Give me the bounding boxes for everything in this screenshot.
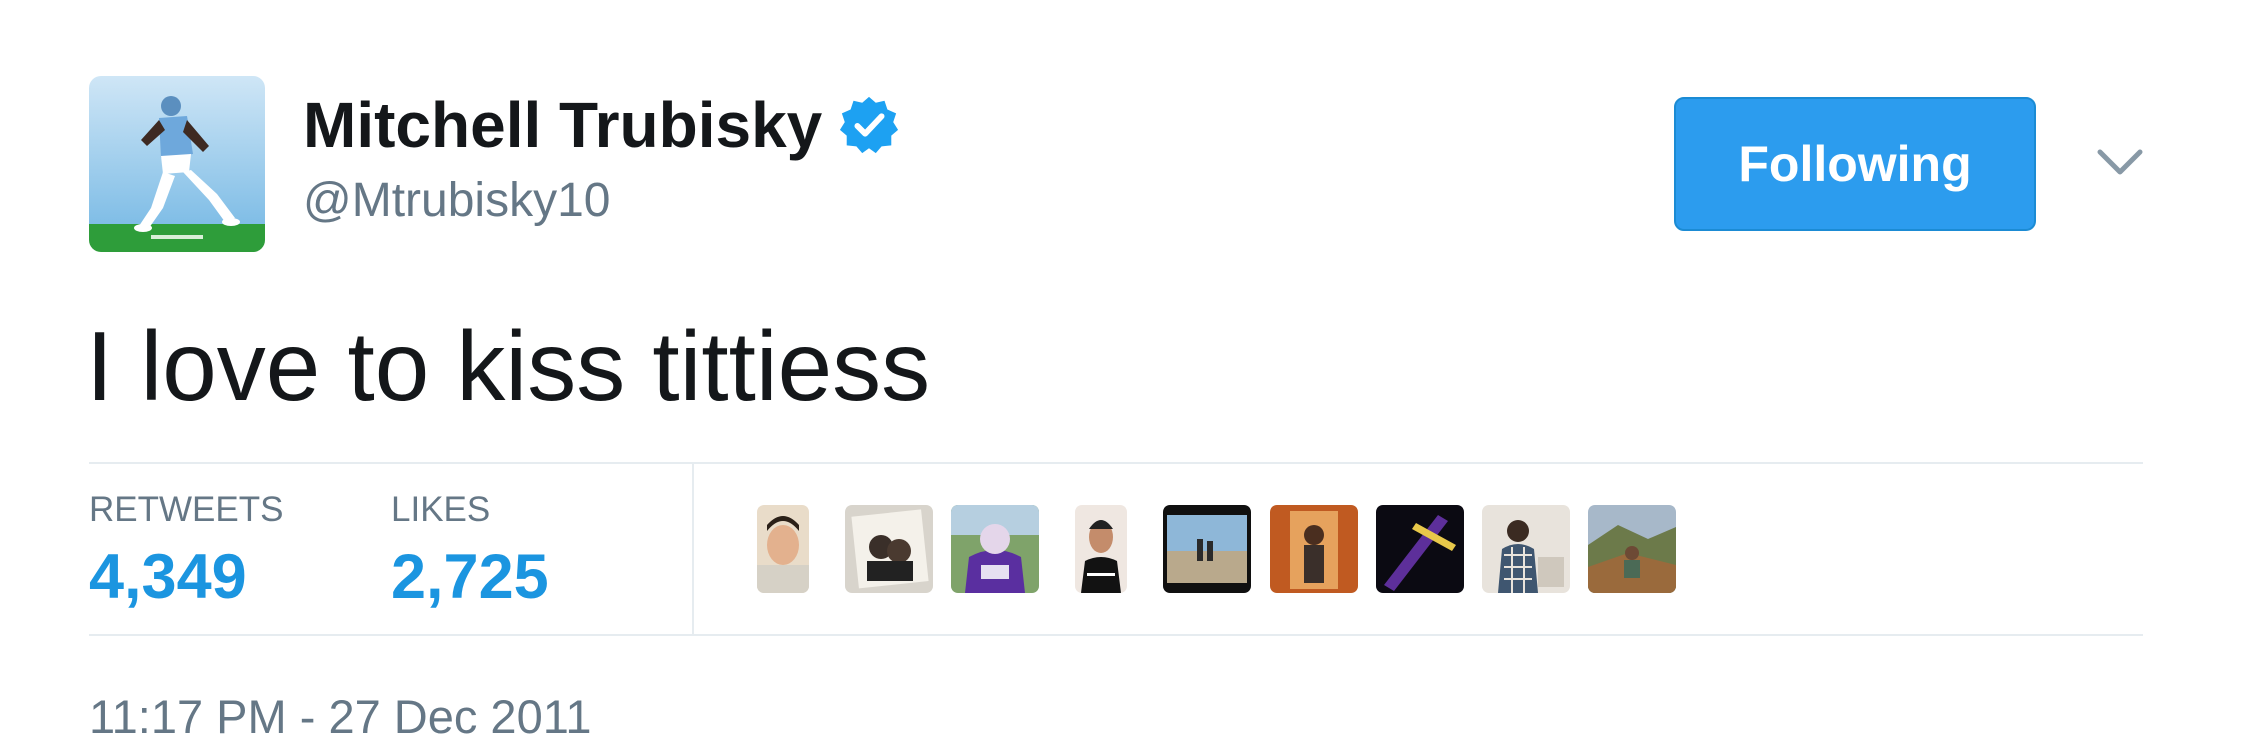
- verified-badge-icon: [838, 94, 900, 156]
- liker-avatar[interactable]: [1163, 505, 1251, 593]
- liker-avatar[interactable]: [1482, 505, 1570, 593]
- chevron-down-icon[interactable]: [2094, 136, 2146, 188]
- following-button[interactable]: Following: [1674, 97, 2036, 231]
- stats-divider-bottom: [89, 634, 2143, 636]
- tweet-timestamp[interactable]: 11:17 PM - 27 Dec 2011: [89, 686, 592, 746]
- likes-count[interactable]: 2,725: [391, 542, 549, 612]
- liker-avatar[interactable]: [845, 505, 933, 593]
- display-name[interactable]: Mitchell Trubisky: [303, 82, 900, 168]
- retweets-count[interactable]: 4,349: [89, 542, 247, 612]
- user-handle[interactable]: @Mtrubisky10: [303, 170, 610, 230]
- tweet-text: I love to kiss tittiess: [86, 310, 931, 421]
- liker-avatar[interactable]: [1588, 505, 1676, 593]
- retweets-label: RETWEETS: [89, 490, 284, 529]
- liker-avatar[interactable]: [1075, 505, 1127, 593]
- avatar[interactable]: [89, 76, 265, 252]
- liker-avatar[interactable]: [951, 505, 1039, 593]
- stats-divider-top: [89, 462, 2143, 464]
- likes-label: LIKES: [391, 490, 491, 529]
- liker-avatar[interactable]: [1376, 505, 1464, 593]
- stats-divider-vertical: [692, 463, 694, 635]
- liker-avatar[interactable]: [1270, 505, 1358, 593]
- liker-avatar[interactable]: [757, 505, 809, 593]
- display-name-text: Mitchell Trubisky: [303, 89, 823, 161]
